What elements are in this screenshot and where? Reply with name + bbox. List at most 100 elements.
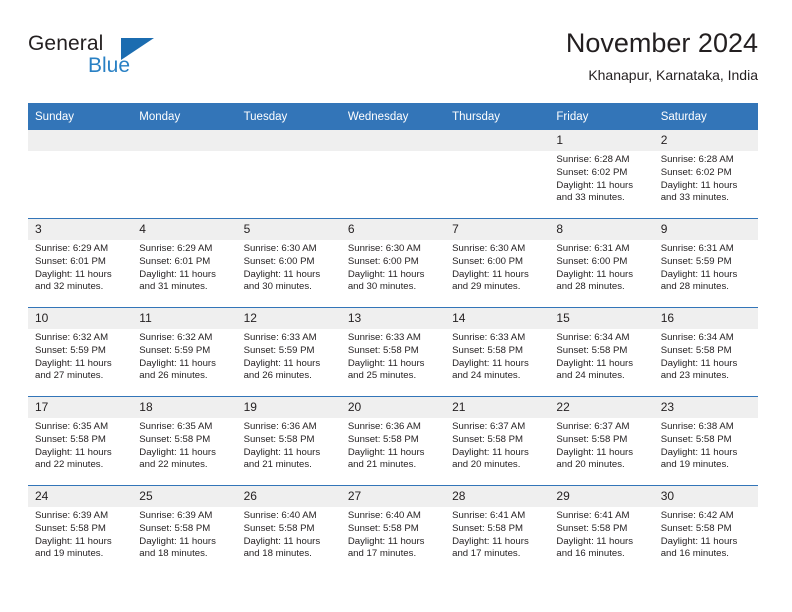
day-number: 13	[340, 308, 446, 329]
calendar-day-cell[interactable]: 2 Sunrise: 6:28 AM Sunset: 6:02 PM Daylight…	[653, 130, 758, 219]
weekday-header-friday: Friday	[549, 103, 654, 130]
calendar-day-cell[interactable]: 4 Sunrise: 6:29 AM Sunset: 6:01 PM Daylight…	[132, 218, 237, 308]
day-details: Sunrise: 6:32 AM Sunset: 5:59 PM Daylight:…	[28, 329, 132, 383]
calendar-day-cell[interactable]: 15 Sunrise: 6:34 AM Sunset: 5:58 PM Dayligh…	[549, 307, 654, 397]
calendar-day-cell[interactable]: 5 Sunrise: 6:30 AM Sunset: 6:00 PM Daylight…	[236, 218, 341, 308]
daylight-text-cont: and 29 minutes.	[452, 281, 521, 293]
sunset-text: Sunset: 6:01 PM	[35, 255, 106, 267]
daylight-text-cont: and 26 minutes.	[243, 370, 312, 382]
calendar-day-cell[interactable]: 10 Sunrise: 6:32 AM Sunset: 5:59 PM Dayligh…	[28, 307, 133, 397]
daylight-text: Daylight: 11 hours	[556, 179, 634, 191]
calendar-day-cell[interactable]: 3 Sunrise: 6:29 AM Sunset: 6:01 PM Daylight…	[28, 218, 133, 308]
day-details: Sunrise: 6:31 AM Sunset: 6:00 PM Daylight:…	[549, 240, 653, 294]
day-number: 8	[549, 219, 654, 240]
daylight-text-cont: and 28 minutes.	[660, 281, 729, 293]
calendar-day-cell[interactable]: 19 Sunrise: 6:36 AM Sunset: 5:58 PM Dayligh…	[236, 396, 341, 486]
calendar-day-cell[interactable]: 16 Sunrise: 6:34 AM Sunset: 5:58 PM Dayligh…	[653, 307, 758, 397]
daylight-text: Daylight: 11 hours	[556, 535, 634, 547]
calendar-day-cell[interactable]: 7 Sunrise: 6:30 AM Sunset: 6:00 PM Daylight…	[445, 218, 550, 308]
weekday-header-wednesday: Wednesday	[340, 103, 446, 130]
day-number: 12	[236, 308, 341, 329]
day-number: 14	[445, 308, 550, 329]
calendar-day-cell[interactable]: 24 Sunrise: 6:39 AM Sunset: 5:58 PM Dayligh…	[28, 485, 133, 574]
daylight-text-cont: and 32 minutes.	[35, 281, 104, 293]
page-subtitle: Khanapur, Karnataka, India	[588, 67, 758, 83]
daylight-text: Daylight: 11 hours	[452, 357, 529, 369]
calendar-day-cell[interactable]: 12 Sunrise: 6:33 AM Sunset: 5:59 PM Dayligh…	[236, 307, 341, 397]
day-details: Sunrise: 6:41 AM Sunset: 5:58 PM Daylight:…	[445, 507, 549, 561]
daylight-text: Daylight: 11 hours	[347, 535, 425, 547]
day-number: 3	[28, 219, 133, 240]
sunset-text: Sunset: 6:00 PM	[452, 255, 524, 267]
sunset-text: Sunset: 6:02 PM	[556, 166, 628, 178]
calendar-day-cell[interactable]: 11 Sunrise: 6:32 AM Sunset: 5:59 PM Dayligh…	[132, 307, 237, 397]
calendar-cell-empty	[445, 130, 550, 219]
daylight-text-cont: and 19 minutes.	[35, 548, 104, 560]
weekday-header-sunday: Sunday	[28, 103, 133, 130]
day-number: 9	[653, 219, 758, 240]
calendar-day-cell[interactable]: 21 Sunrise: 6:37 AM Sunset: 5:58 PM Dayligh…	[445, 396, 550, 486]
day-details: Sunrise: 6:39 AM Sunset: 5:58 PM Daylight:…	[132, 507, 236, 561]
calendar-day-cell[interactable]: 22 Sunrise: 6:37 AM Sunset: 5:58 PM Dayligh…	[549, 396, 654, 486]
sunrise-text: Sunrise: 6:30 AM	[347, 243, 421, 254]
calendar-day-cell[interactable]: 18 Sunrise: 6:35 AM Sunset: 5:58 PM Dayligh…	[132, 396, 237, 486]
calendar-day-cell[interactable]: 27 Sunrise: 6:40 AM Sunset: 5:58 PM Dayligh…	[340, 485, 446, 574]
daylight-text-cont: and 33 minutes.	[556, 192, 625, 204]
day-number: 5	[236, 219, 341, 240]
calendar-day-cell[interactable]: 20 Sunrise: 6:36 AM Sunset: 5:58 PM Dayligh…	[340, 396, 446, 486]
sunset-text: Sunset: 5:58 PM	[452, 522, 524, 534]
sunrise-text: Sunrise: 6:41 AM	[556, 510, 630, 521]
day-details	[341, 151, 445, 154]
day-details: Sunrise: 6:35 AM Sunset: 5:58 PM Daylight:…	[132, 418, 236, 472]
daylight-text: Daylight: 11 hours	[660, 179, 738, 191]
daylight-text-cont: and 23 minutes.	[660, 370, 729, 382]
sunset-text: Sunset: 5:58 PM	[556, 344, 628, 356]
calendar-day-cell[interactable]: 26 Sunrise: 6:40 AM Sunset: 5:58 PM Dayligh…	[236, 485, 341, 574]
daylight-text: Daylight: 11 hours	[556, 446, 634, 458]
calendar-day-cell[interactable]: 28 Sunrise: 6:41 AM Sunset: 5:58 PM Dayligh…	[445, 485, 550, 574]
day-number	[236, 130, 341, 151]
calendar-day-cell[interactable]: 17 Sunrise: 6:35 AM Sunset: 5:58 PM Dayligh…	[28, 396, 133, 486]
calendar-day-cell[interactable]: 6 Sunrise: 6:30 AM Sunset: 6:00 PM Daylight…	[340, 218, 446, 308]
sunset-text: Sunset: 5:59 PM	[243, 344, 315, 356]
calendar-day-cell[interactable]: 23 Sunrise: 6:38 AM Sunset: 5:58 PM Dayligh…	[653, 396, 758, 486]
day-details: Sunrise: 6:41 AM Sunset: 5:58 PM Daylight:…	[549, 507, 653, 561]
calendar-day-cell[interactable]: 25 Sunrise: 6:39 AM Sunset: 5:58 PM Dayligh…	[132, 485, 237, 574]
sunset-text: Sunset: 5:58 PM	[452, 433, 524, 445]
daylight-text: Daylight: 11 hours	[139, 357, 216, 369]
daylight-text: Daylight: 11 hours	[347, 446, 425, 458]
calendar-day-cell[interactable]: 9 Sunrise: 6:31 AM Sunset: 5:59 PM Daylight…	[653, 218, 758, 308]
sunrise-text: Sunrise: 6:33 AM	[347, 332, 421, 343]
calendar-day-cell[interactable]: 29 Sunrise: 6:41 AM Sunset: 5:58 PM Dayligh…	[549, 485, 654, 574]
calendar-week-row: 24 Sunrise: 6:39 AM Sunset: 5:58 PM Dayligh…	[28, 485, 758, 574]
daylight-text: Daylight: 11 hours	[660, 446, 738, 458]
daylight-text-cont: and 17 minutes.	[347, 548, 417, 560]
daylight-text: Daylight: 11 hours	[660, 268, 738, 280]
day-number: 16	[653, 308, 758, 329]
calendar-day-cell[interactable]: 13 Sunrise: 6:33 AM Sunset: 5:58 PM Dayligh…	[340, 307, 446, 397]
daylight-text-cont: and 21 minutes.	[243, 459, 312, 471]
sunrise-text: Sunrise: 6:36 AM	[347, 421, 421, 432]
sunset-text: Sunset: 5:58 PM	[347, 522, 419, 534]
calendar-day-cell[interactable]: 14 Sunrise: 6:33 AM Sunset: 5:58 PM Dayligh…	[445, 307, 550, 397]
calendar-table: Sunday Monday Tuesday Wednesday Thursday Frid…	[28, 103, 758, 574]
sunrise-text: Sunrise: 6:40 AM	[243, 510, 317, 521]
sunrise-text: Sunrise: 6:33 AM	[243, 332, 317, 343]
daylight-text: Daylight: 11 hours	[556, 357, 634, 369]
daylight-text-cont: and 19 minutes.	[660, 459, 729, 471]
day-details	[237, 151, 341, 154]
brand-logo[interactable]: General Blue	[28, 32, 178, 86]
weekday-header-tuesday: Tuesday	[236, 103, 341, 130]
daylight-text: Daylight: 11 hours	[243, 535, 321, 547]
sunset-text: Sunset: 5:59 PM	[660, 255, 732, 267]
calendar-day-cell[interactable]: 30 Sunrise: 6:42 AM Sunset: 5:58 PM Dayligh…	[653, 485, 758, 574]
sunset-text: Sunset: 6:00 PM	[556, 255, 628, 267]
calendar-day-cell[interactable]: 1 Sunrise: 6:28 AM Sunset: 6:02 PM Daylight…	[549, 130, 654, 219]
day-number	[28, 130, 133, 151]
daylight-text-cont: and 25 minutes.	[347, 370, 417, 382]
calendar-day-cell[interactable]: 8 Sunrise: 6:31 AM Sunset: 6:00 PM Daylight…	[549, 218, 654, 308]
calendar-cell-empty	[132, 130, 237, 219]
sunset-text: Sunset: 6:01 PM	[139, 255, 211, 267]
sunrise-text: Sunrise: 6:29 AM	[139, 243, 213, 254]
calendar-week-row: 10 Sunrise: 6:32 AM Sunset: 5:59 PM Dayligh…	[28, 307, 758, 397]
